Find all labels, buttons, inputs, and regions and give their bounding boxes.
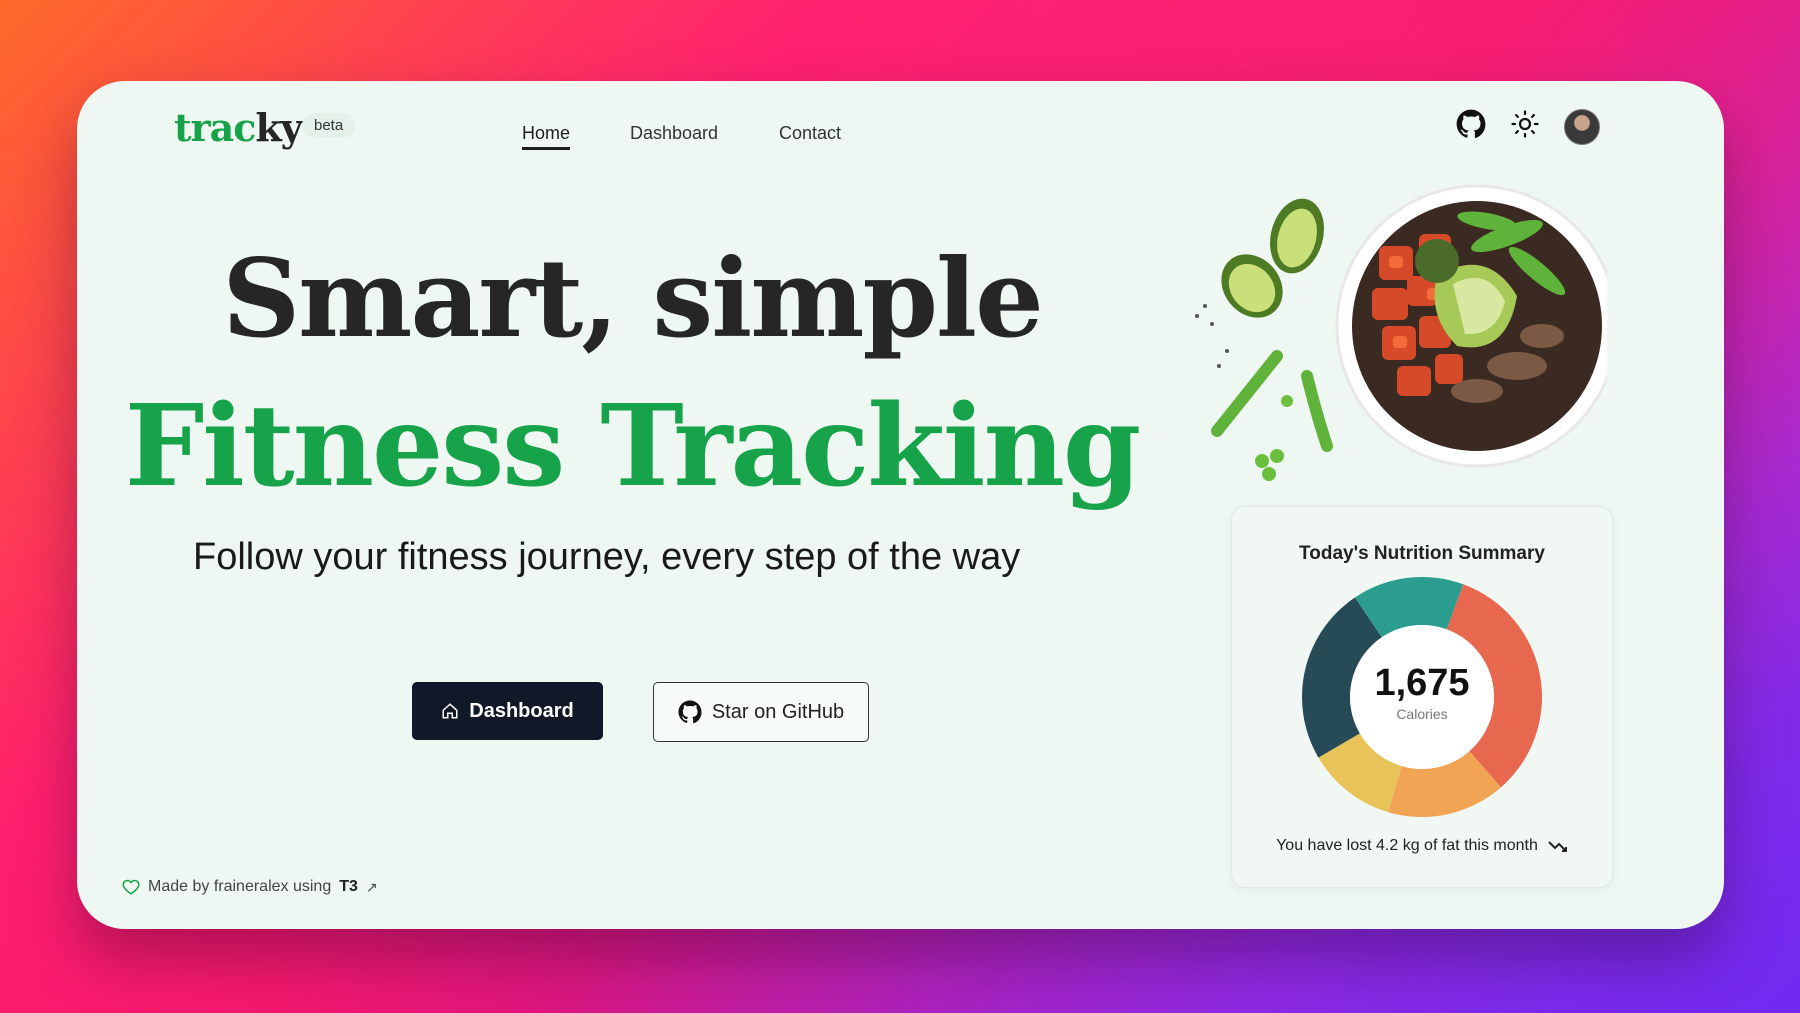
nutrition-title: Today's Nutrition Summary: [1299, 543, 1545, 564]
food-bowl-image: [1195, 184, 1607, 481]
nav-dashboard[interactable]: Dashboard: [630, 123, 718, 144]
external-link-icon: ↗: [365, 878, 378, 895]
logo[interactable]: tracky: [174, 105, 303, 150]
dashboard-button-label: Dashboard: [469, 699, 574, 722]
footer-credit[interactable]: Made by fraineralex using T3 ↗: [122, 878, 378, 896]
footer-text: Made by fraineralex using: [148, 878, 332, 895]
star-github-button[interactable]: Star on GitHub: [653, 682, 869, 742]
beta-badge: beta: [302, 113, 356, 138]
fat-loss-text: You have lost 4.2 kg of fat this month: [1276, 837, 1538, 854]
nav-home[interactable]: Home: [522, 123, 571, 150]
dashboard-button[interactable]: Dashboard: [412, 682, 603, 740]
github-icon[interactable]: [1454, 107, 1488, 141]
hero-subtitle: Follow your fitness journey, every step …: [193, 536, 1021, 578]
logo-part-b: ky: [255, 105, 302, 150]
calories-value: 1,675: [1374, 662, 1470, 704]
hero-title-line1: Smart, simple: [222, 236, 1044, 362]
heart-icon: [122, 879, 140, 895]
calories-label: Calories: [1396, 706, 1448, 722]
app-window: tracky beta Home Dashboard Contact Smart…: [77, 81, 1724, 929]
t3-logo: T3: [339, 878, 358, 895]
logo-part-a: trac: [174, 105, 256, 150]
github-icon: [678, 700, 702, 724]
trending-down-icon: [1548, 841, 1567, 852]
user-avatar[interactable]: [1564, 109, 1600, 145]
fat-loss-note: You have lost 4.2 kg of fat this month: [1232, 837, 1612, 855]
hero-title-line2: Fitness Tracking: [124, 381, 1141, 512]
nutrition-summary-card: Today's Nutrition Summary 1,675 Calories…: [1231, 506, 1613, 888]
home-icon: [442, 703, 458, 719]
sun-icon[interactable]: [1508, 107, 1542, 141]
nav-contact[interactable]: Contact: [779, 123, 841, 144]
star-github-label: Star on GitHub: [711, 700, 845, 723]
